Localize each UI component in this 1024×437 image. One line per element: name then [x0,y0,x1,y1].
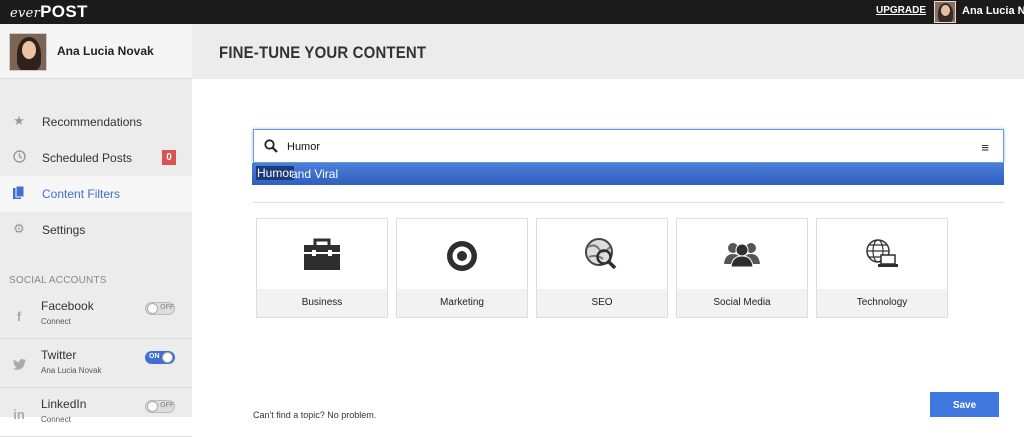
sidebar-item-scheduled-posts[interactable]: Scheduled Posts 0 [0,140,192,176]
account-name: Twitter [41,348,77,362]
toggle-label: OFF [160,402,174,409]
linkedin-icon: in [13,407,25,422]
topic-label: Technology [817,289,947,317]
twitter-icon [11,358,27,373]
account-username: Ana Lucia Novak [41,366,102,375]
star-icon: ★ [13,113,25,128]
sidebar: Ana Lucia Novak ★ Recommendations Schedu… [0,24,192,437]
top-user-name[interactable]: Ana Lucia Novak [962,5,1024,17]
logo-post: POST [40,2,88,21]
social-account-linkedin: in LinkedIn Connect OFF [0,389,192,437]
everpost-logo[interactable]: everPOST [10,2,88,22]
main-header: FINE-TUNE YOUR CONTENT [192,24,1024,79]
documents-icon [12,185,26,200]
user-name: Ana Lucia Novak [57,44,154,58]
user-avatar [9,33,47,71]
sidebar-item-label: Recommendations [42,115,143,129]
menu-icon[interactable]: ≡ [981,140,989,155]
page-title: FINE-TUNE YOUR CONTENT [219,43,427,62]
people-icon [677,219,807,289]
top-bar: everPOST UPGRADE Ana Lucia Novak [0,0,1024,24]
topic-card-technology[interactable]: Technology [816,218,948,318]
sidebar-item-label: Content Filters [42,187,121,201]
account-name: Facebook [41,299,94,313]
topic-card-marketing[interactable]: Marketing [396,218,528,318]
topic-card-seo[interactable]: SEO [536,218,668,318]
topic-search-input[interactable]: Humor ≡ [253,129,1004,163]
social-account-twitter: Twitter Ana Lucia Novak ON [0,340,192,388]
avatar[interactable] [934,1,956,23]
sidebar-item-content-filters[interactable]: Content Filters [0,176,192,212]
gear-icon: ⚙ [13,221,25,236]
facebook-icon: f [16,309,22,324]
search-value: Humor [287,141,321,153]
user-card[interactable]: Ana Lucia Novak [0,24,192,79]
logo-ever: ever [10,6,41,21]
sidebar-item-recommendations[interactable]: ★ Recommendations [0,104,192,140]
sidebar-item-settings[interactable]: ⚙ Settings [0,212,192,248]
topic-label: Social Media [677,289,807,317]
facebook-toggle[interactable]: OFF [145,302,175,315]
social-accounts-heading: SOCIAL ACCOUNTS [9,275,107,286]
divider [253,202,1004,203]
topic-label: Business [257,289,387,317]
upgrade-link[interactable]: UPGRADE [876,5,926,16]
twitter-toggle[interactable]: ON [145,351,175,364]
globe-magnifier-icon [537,219,667,289]
clock-icon [12,150,26,164]
toggle-label: OFF [160,304,174,311]
scheduled-count-badge: 0 [162,150,176,165]
topic-label: Marketing [397,289,527,317]
topic-card-business[interactable]: Business [256,218,388,318]
suggestion-rest: and Viral [291,167,339,181]
social-account-facebook: f Facebook Connect OFF [0,291,192,339]
account-connect-link[interactable]: Connect [41,415,71,424]
linkedin-toggle[interactable]: OFF [145,400,175,413]
sidebar-item-label: Scheduled Posts [42,151,133,165]
topic-card-social-media[interactable]: Social Media [676,218,808,318]
briefcase-icon [257,219,387,289]
globe-laptop-icon [817,219,947,289]
missing-topic-text: Can't find a topic? No problem. [253,410,377,420]
sidebar-item-label: Settings [42,223,86,237]
account-connect-link[interactable]: Connect [41,317,71,326]
save-button[interactable]: Save [930,392,999,417]
account-name: LinkedIn [41,397,87,411]
target-icon [397,219,527,289]
suggestion-match: Humor [256,166,295,180]
search-suggestion[interactable]: Humor and Viral [252,163,1004,185]
toggle-label: ON [149,353,160,360]
search-icon [264,139,278,153]
topic-label: SEO [537,289,667,317]
